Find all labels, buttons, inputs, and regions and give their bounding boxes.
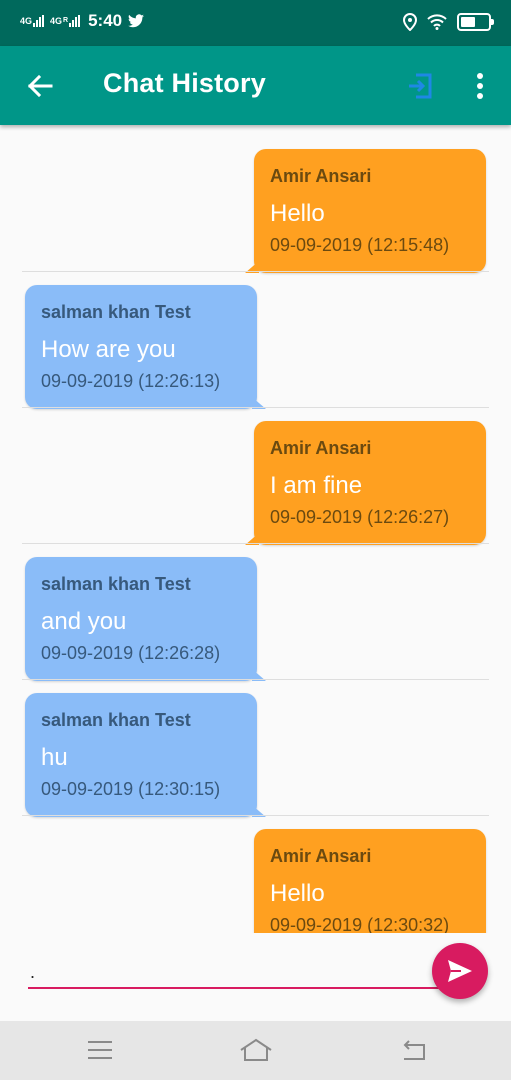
message-text: I am fine: [270, 472, 363, 499]
status-bar: 4G 4G R 5:40: [0, 0, 511, 46]
recent-apps-button[interactable]: [80, 1035, 120, 1065]
message-text: and you: [41, 608, 127, 635]
message-timestamp: 09-09-2019 (12:15:48): [270, 235, 450, 255]
message-timestamp: 09-09-2019 (12:30:15): [41, 779, 221, 799]
network-indicator-1: 4G: [20, 15, 45, 27]
message-bubble[interactable]: salman khan Test and you 09-09-2019 (12:…: [25, 557, 266, 681]
message-row: Amir Ansari Hello 09-09-2019 (12:15:48): [0, 136, 511, 273]
app-bar: Chat History: [0, 46, 511, 125]
message-bubble[interactable]: Amir Ansari Hello 09-09-2019 (12:15:48): [245, 149, 486, 273]
message-text: Hello: [270, 200, 325, 227]
arrow-left-icon: [27, 75, 53, 97]
message-row: salman khan Test hu 09-09-2019 (12:30:15…: [0, 680, 511, 817]
battery-icon: [457, 13, 494, 31]
exit-icon: [409, 73, 432, 99]
composer: [0, 933, 511, 1021]
menu-icon: [88, 1041, 112, 1059]
message-bubble[interactable]: salman khan Test How are you 09-09-2019 …: [25, 285, 266, 409]
system-nav-bar: [0, 1021, 511, 1080]
sender-name: Amir Ansari: [270, 846, 372, 866]
sender-name: salman khan Test: [41, 302, 191, 322]
message-timestamp: 09-09-2019 (12:26:28): [41, 643, 221, 663]
signal-icon: [69, 15, 81, 27]
send-icon: [448, 960, 472, 982]
message-input[interactable]: [28, 957, 446, 989]
back-button[interactable]: [20, 68, 60, 104]
battery-level: [461, 17, 475, 27]
page-title: Chat History: [103, 68, 266, 98]
message-row: Amir Ansari I am fine 09-09-2019 (12:26:…: [0, 408, 511, 545]
nav-back-button[interactable]: [392, 1035, 432, 1065]
twitter-icon: [128, 14, 145, 28]
message-text: Hello: [270, 880, 325, 907]
message-timestamp: 09-09-2019 (12:30:32): [270, 915, 450, 933]
chat-list[interactable]: Amir Ansari Hello 09-09-2019 (12:15:48) …: [0, 136, 511, 933]
message-bubble[interactable]: Amir Ansari Hello 09-09-2019 (12:30:32): [254, 829, 486, 933]
message-text: How are you: [41, 336, 176, 363]
sender-name: Amir Ansari: [270, 438, 372, 458]
message-row: Amir Ansari Hello 09-09-2019 (12:30:32): [0, 816, 511, 933]
more-vert-icon: [477, 73, 483, 99]
message-row: salman khan Test How are you 09-09-2019 …: [0, 272, 511, 409]
home-button[interactable]: [236, 1035, 276, 1065]
message-text: hu: [41, 744, 68, 771]
clock: 5:40: [88, 11, 123, 30]
sender-name: salman khan Test: [41, 710, 191, 730]
message-bubble[interactable]: Amir Ansari I am fine 09-09-2019 (12:26:…: [245, 421, 486, 545]
message-timestamp: 09-09-2019 (12:26:13): [41, 371, 221, 391]
network-indicator-2: 4G R: [50, 15, 81, 27]
home-icon: [240, 1038, 272, 1061]
send-button[interactable]: [432, 943, 488, 999]
wifi-icon: [427, 14, 447, 30]
location-icon: [403, 13, 417, 31]
sender-name: salman khan Test: [41, 574, 191, 594]
message-bubble[interactable]: salman khan Test hu 09-09-2019 (12:30:15…: [25, 693, 266, 817]
message-row: salman khan Test and you 09-09-2019 (12:…: [0, 544, 511, 681]
message-timestamp: 09-09-2019 (12:26:27): [270, 507, 450, 527]
logout-button[interactable]: [402, 68, 438, 104]
signal-icon: [33, 15, 45, 27]
sender-name: Amir Ansari: [270, 166, 372, 186]
back-icon: [403, 1040, 425, 1060]
overflow-menu-button[interactable]: [464, 68, 496, 104]
